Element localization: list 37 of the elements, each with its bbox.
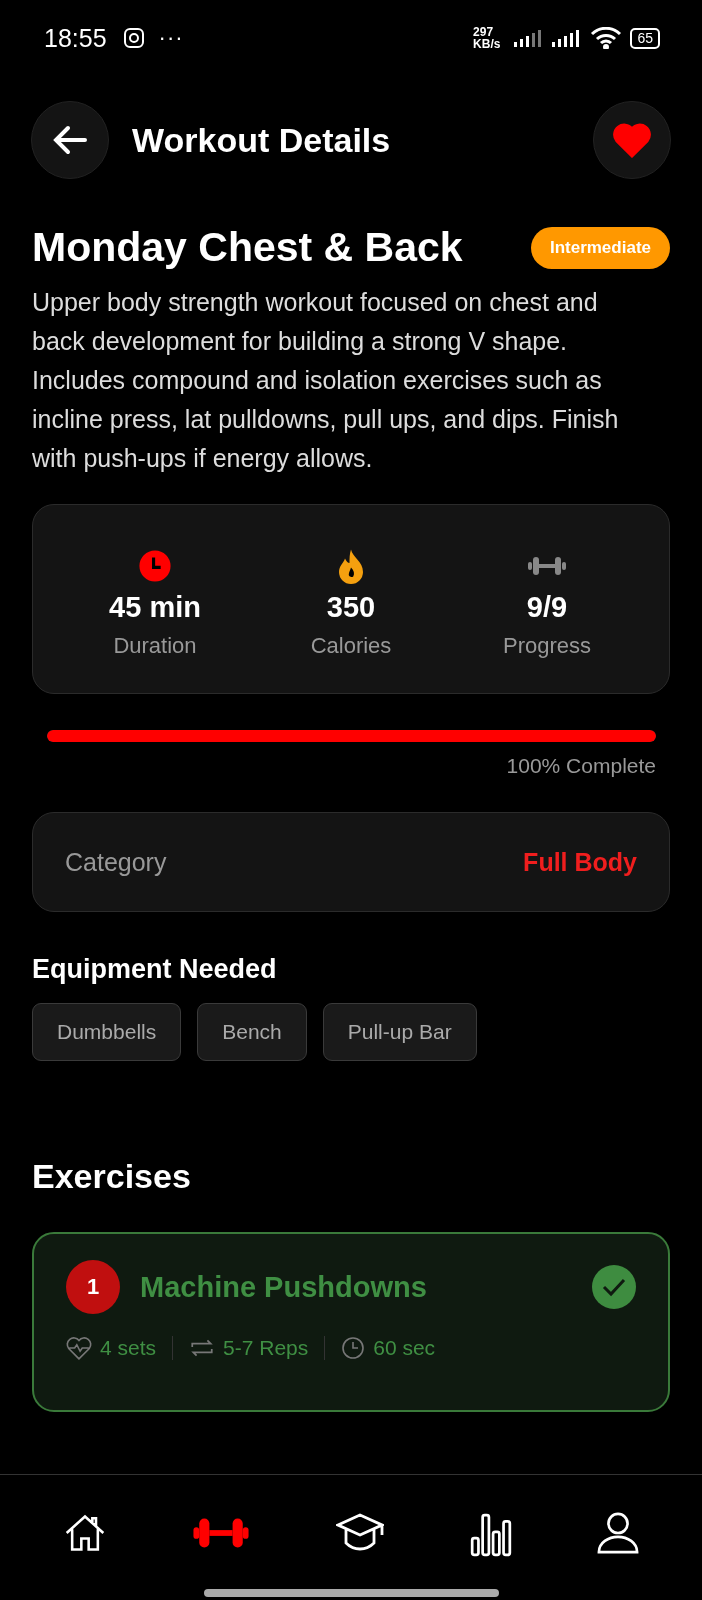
category-label: Category — [65, 847, 167, 877]
back-arrow-icon — [53, 125, 87, 155]
stat-label: Progress — [502, 633, 591, 659]
stat-value: 9/9 — [526, 591, 568, 624]
camera-icon — [122, 27, 145, 49]
clock-icon — [138, 549, 172, 583]
equipment-chip: Bench — [197, 1003, 307, 1061]
exercise-name: Machine Pushdowns — [140, 1270, 428, 1304]
network-speed: 297 KB/s — [473, 26, 501, 50]
section-heading: Equipment Needed — [32, 954, 278, 985]
stat-value: 350 — [326, 591, 376, 624]
heartbeat-icon — [66, 1336, 92, 1360]
progress-label: 100% Complete — [505, 754, 656, 778]
equipment-chip: Dumbbells — [32, 1003, 182, 1061]
exercise-number: 1 — [66, 1260, 120, 1314]
workout-description: Upper body strength workout focused on chest and back development for building a strong V shape. Includes compound and isolation exercises such as incline press, lat pulldowns, pull ups, and dips. Finish with push-ups if energy allows. — [32, 287, 620, 474]
section-heading: Exercises — [32, 1157, 192, 1196]
exercise-card[interactable]: 1 Machine Pushdowns 4 sets 5-7 Reps 60 sec — [32, 1232, 670, 1412]
flame-icon — [336, 548, 366, 584]
equipment-chip: Pull-up Bar — [322, 1003, 477, 1061]
wifi-icon — [590, 27, 623, 49]
page-title: Workout Details — [132, 120, 392, 160]
difficulty-badge: Intermediate — [530, 226, 670, 269]
battery-indicator: 65 — [630, 27, 660, 49]
workout-title: Monday Chest & Back — [32, 224, 463, 271]
check-icon — [592, 1265, 636, 1309]
category-value: Full Body — [523, 847, 637, 877]
status-time: 18:55 — [44, 23, 107, 53]
reps-count: 5-7 Reps — [223, 1336, 309, 1360]
sets-count: 4 sets — [100, 1336, 157, 1360]
rest-time: 60 sec — [373, 1336, 436, 1360]
stat-label: Duration — [113, 633, 197, 659]
more-notifications: ··· — [158, 25, 184, 51]
stat-value: 45 min — [109, 591, 201, 624]
clock-icon — [341, 1336, 366, 1360]
repeat-icon — [189, 1337, 216, 1359]
stat-label: Calories — [310, 633, 392, 659]
